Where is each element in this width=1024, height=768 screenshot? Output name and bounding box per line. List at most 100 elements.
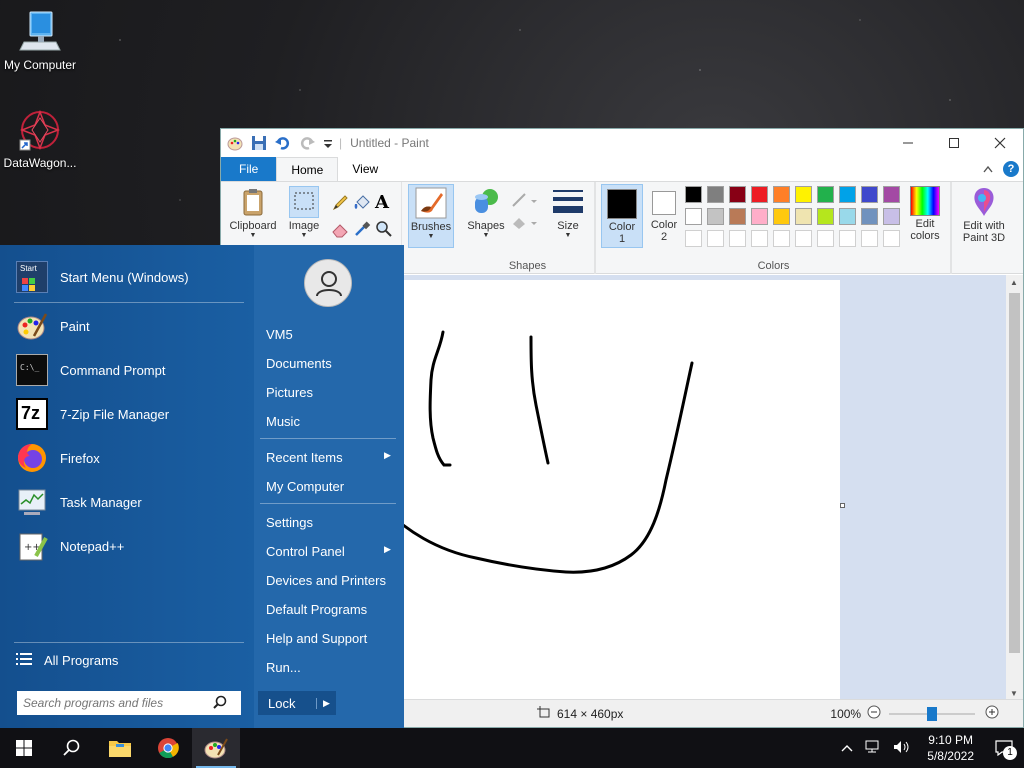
close-button[interactable] — [977, 129, 1023, 157]
pinned-7zip[interactable]: 7z 7-Zip File Manager — [16, 396, 169, 432]
color-swatch[interactable] — [795, 208, 812, 225]
custom-color-slot[interactable] — [883, 230, 900, 247]
pinned-task-manager[interactable]: Task Manager — [16, 484, 142, 520]
user-avatar[interactable] — [304, 259, 352, 307]
color-swatch[interactable] — [685, 208, 702, 225]
action-center-button[interactable]: 1 — [984, 728, 1024, 768]
edit-colors-button[interactable]: Edit colors — [903, 186, 947, 242]
zoom-out-button[interactable] — [867, 705, 881, 722]
taskbar-paint[interactable] — [192, 728, 240, 768]
link-devices-printers[interactable]: Devices and Printers — [266, 573, 386, 588]
taskbar-chrome[interactable] — [144, 728, 192, 768]
pinned-start-menu-windows[interactable]: Start Start Menu (Windows) — [16, 259, 189, 295]
link-recent-items[interactable]: Recent Items ▶ — [266, 450, 391, 465]
color-swatch[interactable] — [795, 186, 812, 203]
custom-color-slot[interactable] — [685, 230, 702, 247]
scroll-up-icon[interactable]: ▲ — [1010, 278, 1018, 287]
custom-color-slot[interactable] — [729, 230, 746, 247]
zoom-slider-thumb[interactable] — [927, 706, 938, 721]
color-swatch[interactable] — [883, 208, 900, 225]
brushes-button[interactable]: Brushes ▼ — [408, 184, 454, 248]
paint-app-icon[interactable] — [227, 135, 243, 151]
show-hidden-icons-button[interactable] — [835, 741, 859, 755]
custom-color-slot[interactable] — [751, 230, 768, 247]
text-icon[interactable]: A — [375, 192, 389, 213]
pinned-command-prompt[interactable]: C:\_ Command Prompt — [16, 352, 165, 388]
color-swatch[interactable] — [707, 208, 724, 225]
color-swatch[interactable] — [839, 186, 856, 203]
zoom-in-button[interactable] — [985, 705, 999, 722]
custom-color-slot[interactable] — [839, 230, 856, 247]
paint-titlebar[interactable]: | Untitled - Paint — [221, 129, 1023, 157]
link-help-support[interactable]: Help and Support — [266, 631, 367, 646]
color-swatch[interactable] — [817, 208, 834, 225]
eraser-icon[interactable] — [331, 220, 349, 241]
minimize-button[interactable] — [885, 129, 931, 157]
link-settings[interactable]: Settings — [266, 515, 313, 530]
color-swatch[interactable] — [751, 186, 768, 203]
image-button[interactable]: Image ▼ — [285, 186, 323, 239]
collapse-ribbon-icon[interactable] — [983, 162, 993, 176]
color-swatch[interactable] — [729, 186, 746, 203]
resize-handle[interactable] — [840, 503, 845, 508]
custom-color-slot[interactable] — [817, 230, 834, 247]
desktop-icon-datawagon[interactable]: DataWagon... — [0, 108, 80, 170]
fill-icon[interactable] — [353, 194, 371, 215]
pinned-notepadpp[interactable]: ++ Notepad++ — [16, 528, 124, 564]
link-my-computer[interactable]: My Computer — [266, 479, 344, 494]
shapes-button[interactable]: Shapes ▼ — [463, 186, 509, 239]
magnifier-icon[interactable] — [375, 220, 393, 241]
customize-qat-icon[interactable] — [323, 135, 333, 151]
fill-shape-icon[interactable] — [511, 214, 537, 233]
undo-icon[interactable] — [275, 135, 291, 151]
tab-file[interactable]: File — [221, 157, 277, 181]
color-swatch[interactable] — [773, 186, 790, 203]
link-pictures[interactable]: Pictures — [266, 385, 313, 400]
link-control-panel[interactable]: Control Panel ▶ — [266, 544, 391, 559]
scroll-down-icon[interactable]: ▼ — [1010, 689, 1018, 698]
all-programs-button[interactable]: All Programs — [16, 642, 118, 678]
save-icon[interactable] — [251, 135, 267, 151]
vertical-scrollbar[interactable]: ▲ ▼ — [1006, 275, 1023, 701]
link-default-programs[interactable]: Default Programs — [266, 602, 367, 617]
color-swatch[interactable] — [773, 208, 790, 225]
volume-icon[interactable] — [887, 740, 917, 757]
tab-home[interactable]: Home — [276, 157, 339, 181]
network-icon[interactable] — [859, 740, 887, 757]
search-input[interactable] — [23, 696, 213, 710]
desktop-icon-my-computer[interactable]: My Computer — [0, 10, 80, 72]
custom-color-slot[interactable] — [707, 230, 724, 247]
size-button[interactable]: Size ▼ — [549, 186, 587, 239]
redo-icon[interactable] — [299, 135, 315, 151]
taskbar-search-button[interactable] — [48, 728, 96, 768]
clipboard-button[interactable]: Clipboard ▼ — [225, 186, 281, 239]
search-icon[interactable] — [213, 695, 227, 712]
link-run[interactable]: Run... — [266, 660, 301, 675]
custom-color-slot[interactable] — [795, 230, 812, 247]
color-swatch[interactable] — [685, 186, 702, 203]
tab-view[interactable]: View — [338, 157, 392, 181]
pinned-paint[interactable]: Paint — [16, 308, 90, 344]
color-swatch[interactable] — [861, 186, 878, 203]
outline-icon[interactable] — [511, 192, 537, 211]
color1-button[interactable]: Color 1 — [601, 184, 643, 248]
link-user[interactable]: VM5 — [266, 327, 293, 342]
pencil-icon[interactable] — [331, 194, 349, 215]
color2-button[interactable]: Color 2 — [645, 184, 683, 248]
custom-color-slot[interactable] — [773, 230, 790, 247]
custom-color-slot[interactable] — [861, 230, 878, 247]
color-swatch[interactable] — [861, 208, 878, 225]
color-swatch[interactable] — [817, 186, 834, 203]
pinned-firefox[interactable]: Firefox — [16, 440, 100, 476]
color-swatch[interactable] — [729, 208, 746, 225]
lock-button[interactable]: Lock ▶ — [258, 691, 336, 715]
taskbar-file-explorer[interactable] — [96, 728, 144, 768]
clock[interactable]: 9:10 PM 5/8/2022 — [917, 732, 984, 764]
color-swatch[interactable] — [707, 186, 724, 203]
link-documents[interactable]: Documents — [266, 356, 332, 371]
edit-with-paint3d-button[interactable]: Edit with Paint 3D — [955, 186, 1013, 244]
start-search-box[interactable] — [17, 691, 241, 715]
color-swatch[interactable] — [751, 208, 768, 225]
help-icon[interactable]: ? — [1003, 161, 1019, 177]
zoom-slider[interactable] — [889, 706, 976, 721]
